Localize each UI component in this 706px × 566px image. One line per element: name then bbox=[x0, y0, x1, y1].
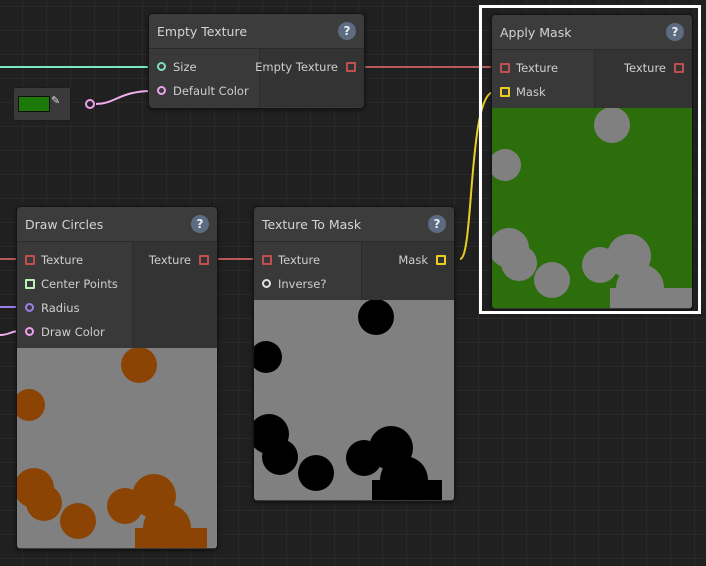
help-icon[interactable]: ? bbox=[191, 215, 209, 233]
node-empty-texture[interactable]: Empty Texture ? Size Default Color Empty… bbox=[148, 13, 365, 109]
output-empty-texture[interactable]: Empty Texture bbox=[255, 59, 356, 75]
node-texture-to-mask[interactable]: Texture To Mask ? Texture Inverse? Mask bbox=[253, 206, 455, 502]
node-title: Texture To Mask bbox=[262, 217, 362, 232]
help-icon[interactable]: ? bbox=[428, 215, 446, 233]
input-radius[interactable]: Radius bbox=[25, 300, 80, 316]
default-color-socket[interactable] bbox=[157, 86, 166, 95]
input-size[interactable]: Size bbox=[157, 59, 197, 75]
selection-highlight bbox=[479, 5, 701, 314]
empty-texture-socket[interactable] bbox=[346, 62, 356, 72]
input-center-points[interactable]: Center Points bbox=[25, 276, 118, 292]
texture-socket[interactable] bbox=[262, 255, 272, 265]
input-texture[interactable]: Texture bbox=[25, 252, 83, 268]
color-swatch[interactable] bbox=[18, 96, 50, 112]
draw-color-socket[interactable] bbox=[25, 327, 34, 336]
texture-output-socket[interactable] bbox=[199, 255, 209, 265]
radius-socket[interactable] bbox=[25, 303, 34, 312]
draw-circles-preview bbox=[17, 348, 217, 548]
node-header[interactable]: Draw Circles ? bbox=[17, 207, 217, 242]
center-points-socket[interactable] bbox=[25, 279, 35, 289]
node-header[interactable]: Empty Texture ? bbox=[149, 14, 364, 49]
output-texture[interactable]: Texture bbox=[149, 252, 209, 268]
texture-to-mask-preview bbox=[254, 300, 454, 500]
node-title: Empty Texture bbox=[157, 24, 248, 39]
texture-socket[interactable] bbox=[25, 255, 35, 265]
input-inverse[interactable]: Inverse? bbox=[262, 276, 326, 292]
input-default-color[interactable]: Default Color bbox=[157, 83, 249, 99]
inverse-socket[interactable] bbox=[262, 279, 271, 288]
eyedropper-icon[interactable]: ✎ bbox=[51, 94, 60, 107]
help-icon[interactable]: ? bbox=[338, 22, 356, 40]
wire-default-color bbox=[95, 90, 153, 105]
default-color-field[interactable]: ✎ bbox=[13, 87, 71, 121]
node-header[interactable]: Texture To Mask ? bbox=[254, 207, 454, 242]
color-output-socket[interactable] bbox=[85, 99, 95, 109]
size-socket[interactable] bbox=[157, 62, 166, 71]
mask-output-socket[interactable] bbox=[436, 255, 446, 265]
node-title: Draw Circles bbox=[25, 217, 104, 232]
output-mask[interactable]: Mask bbox=[398, 252, 446, 268]
input-texture[interactable]: Texture bbox=[262, 252, 320, 268]
input-draw-color[interactable]: Draw Color bbox=[25, 324, 105, 340]
node-draw-circles[interactable]: Draw Circles ? Texture Center Points Rad… bbox=[16, 206, 218, 550]
